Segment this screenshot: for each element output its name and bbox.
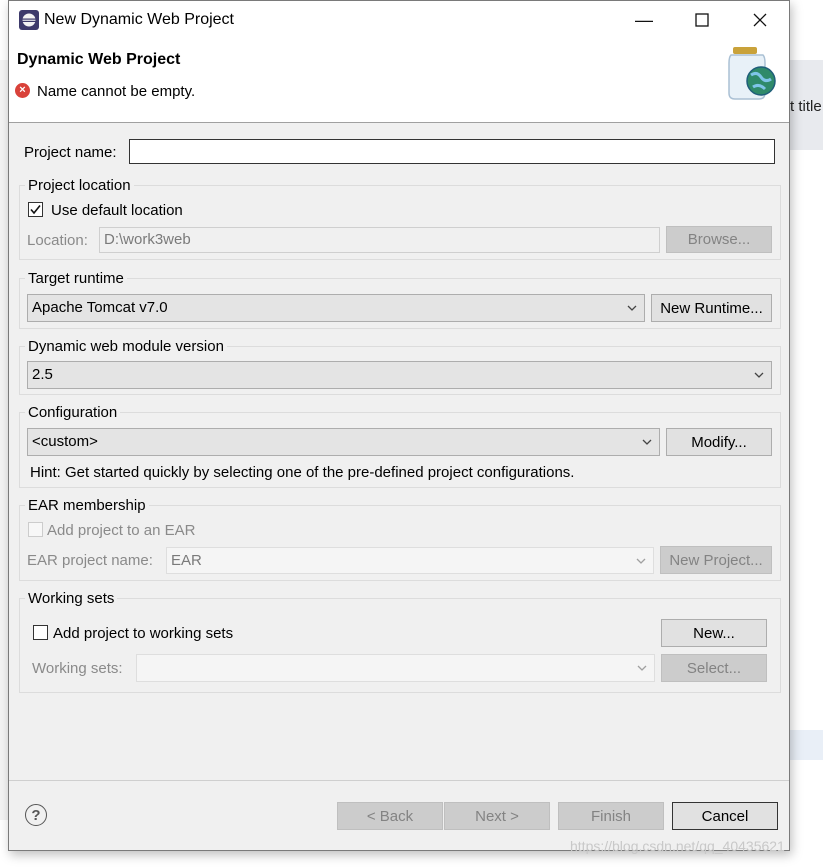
window-title: New Dynamic Web Project — [44, 11, 234, 28]
minimize-button[interactable]: — — [615, 1, 673, 39]
finish-button[interactable]: Finish — [558, 802, 664, 830]
use-default-location-checkbox[interactable] — [28, 202, 43, 217]
working-sets-label: Working sets: — [32, 660, 123, 677]
new-runtime-button[interactable]: New Runtime... — [651, 294, 772, 322]
select-working-sets-button[interactable]: Select... — [661, 654, 767, 682]
target-runtime-title: Target runtime — [25, 270, 127, 287]
background-right-strip — [790, 730, 823, 760]
modify-button[interactable]: Modify... — [666, 428, 772, 456]
configuration-hint: Hint: Get started quickly by selecting o… — [30, 464, 575, 481]
project-name-input[interactable] — [129, 139, 775, 164]
add-to-working-sets-checkbox[interactable] — [33, 625, 48, 640]
dialog-window: New Dynamic Web Project — Dynamic Web Pr… — [8, 0, 790, 851]
chevron-down-icon — [637, 665, 647, 671]
help-icon[interactable]: ? — [25, 804, 47, 826]
new-working-set-button[interactable]: New... — [661, 619, 767, 647]
configuration-select[interactable]: <custom> — [27, 428, 660, 456]
target-runtime-select[interactable]: Apache Tomcat v7.0 — [27, 294, 645, 322]
web-project-jar-icon — [728, 47, 776, 100]
eclipse-app-icon — [19, 10, 39, 30]
browse-button[interactable]: Browse... — [666, 226, 772, 253]
working-sets-select[interactable] — [136, 654, 655, 682]
project-name-label: Project name: — [24, 144, 117, 161]
maximize-button[interactable] — [673, 1, 731, 39]
close-button[interactable] — [731, 1, 789, 39]
next-button[interactable]: Next > — [444, 802, 550, 830]
ear-project-name-value: EAR — [171, 552, 202, 569]
new-project-button[interactable]: New Project... — [660, 546, 772, 574]
title-bar: New Dynamic Web Project — — [9, 1, 789, 39]
chevron-down-icon — [754, 372, 764, 378]
checkmark-icon — [30, 205, 41, 215]
module-version-value: 2.5 — [32, 366, 53, 383]
watermark-text: https://blog.csdn.net/qq_40435621 — [570, 838, 785, 854]
wizard-page-title: Dynamic Web Project — [17, 51, 181, 68]
chevron-down-icon — [636, 558, 646, 564]
module-version-title: Dynamic web module version — [25, 338, 227, 355]
working-sets-title: Working sets — [25, 590, 118, 607]
error-icon: × — [15, 83, 30, 98]
ear-project-name-select[interactable]: EAR — [166, 547, 654, 574]
wizard-banner: Dynamic Web Project × Name cannot be emp… — [9, 39, 789, 123]
module-version-select[interactable]: 2.5 — [27, 361, 772, 389]
use-default-location-label: Use default location — [51, 202, 183, 219]
configuration-title: Configuration — [25, 404, 121, 421]
add-to-ear-label: Add project to an EAR — [47, 522, 196, 539]
back-button[interactable]: < Back — [337, 802, 443, 830]
background-right-text: t title — [790, 98, 822, 115]
target-runtime-value: Apache Tomcat v7.0 — [32, 299, 168, 316]
chevron-down-icon — [642, 439, 652, 445]
maximize-icon — [695, 13, 709, 27]
footer-separator — [9, 780, 789, 781]
add-to-ear-checkbox[interactable] — [28, 522, 43, 537]
configuration-value: <custom> — [32, 433, 98, 450]
close-icon — [753, 13, 767, 27]
chevron-down-icon — [627, 305, 637, 311]
error-message: Name cannot be empty. — [37, 83, 196, 100]
ear-membership-title: EAR membership — [25, 497, 149, 514]
background-left-sliver — [0, 60, 8, 820]
location-input[interactable]: D:\work3web — [99, 227, 660, 253]
cancel-button[interactable]: Cancel — [672, 802, 778, 830]
ear-project-name-label: EAR project name: — [27, 552, 153, 569]
location-label: Location: — [27, 232, 88, 249]
add-to-working-sets-label: Add project to working sets — [53, 625, 234, 642]
project-location-title: Project location — [25, 177, 134, 194]
